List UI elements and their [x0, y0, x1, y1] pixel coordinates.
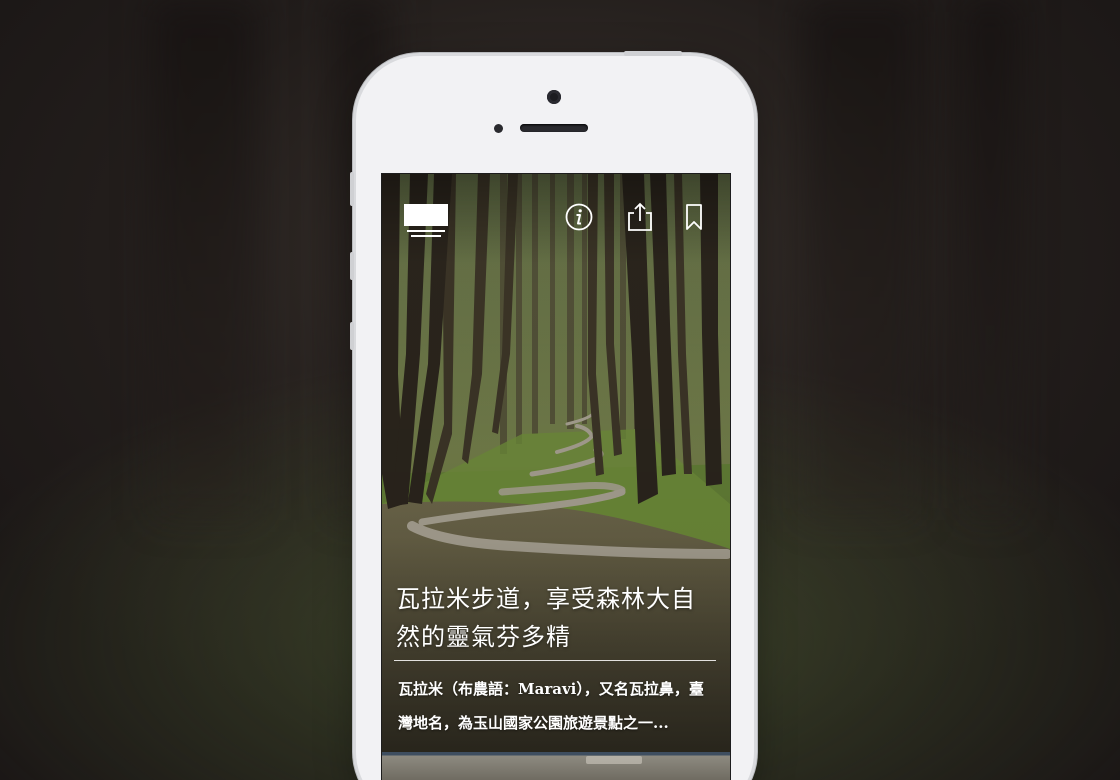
background-trunk — [150, 0, 260, 520]
app-screen: 瓦拉米步道，享受森林大自然的靈氣芬多精 瓦拉米（布農語：Maravi），又名瓦拉… — [381, 173, 731, 780]
mute-switch — [350, 172, 354, 206]
front-camera — [547, 90, 561, 104]
menu-icon[interactable] — [404, 204, 448, 240]
info-icon[interactable] — [564, 202, 594, 232]
article-summary: 瓦拉米（布農語：Maravi），又名瓦拉鼻，臺灣地名，為玉山國家公園旅遊景點之一… — [398, 680, 704, 732]
power-button — [624, 51, 682, 56]
menu-icon-line — [407, 230, 445, 232]
volume-up-button — [350, 252, 354, 280]
bookmark-icon[interactable] — [679, 202, 709, 232]
next-article-card[interactable] — [382, 752, 730, 780]
volume-down-button — [350, 322, 354, 350]
top-toolbar — [382, 174, 730, 264]
share-icon[interactable] — [625, 202, 655, 232]
earpiece-speaker — [520, 124, 588, 132]
background-trunk — [800, 0, 920, 520]
article-title[interactable]: 瓦拉米步道，享受森林大自然的靈氣芬多精 — [396, 580, 718, 656]
menu-icon-block — [404, 204, 448, 226]
proximity-sensor — [494, 124, 503, 133]
next-article-thumbnail — [586, 756, 642, 764]
menu-icon-line — [411, 235, 441, 237]
background-trunk — [960, 0, 1020, 520]
title-divider — [394, 660, 716, 661]
phone-device: 瓦拉米步道，享受森林大自然的靈氣芬多精 瓦拉米（布農語：Maravi），又名瓦拉… — [350, 51, 754, 780]
